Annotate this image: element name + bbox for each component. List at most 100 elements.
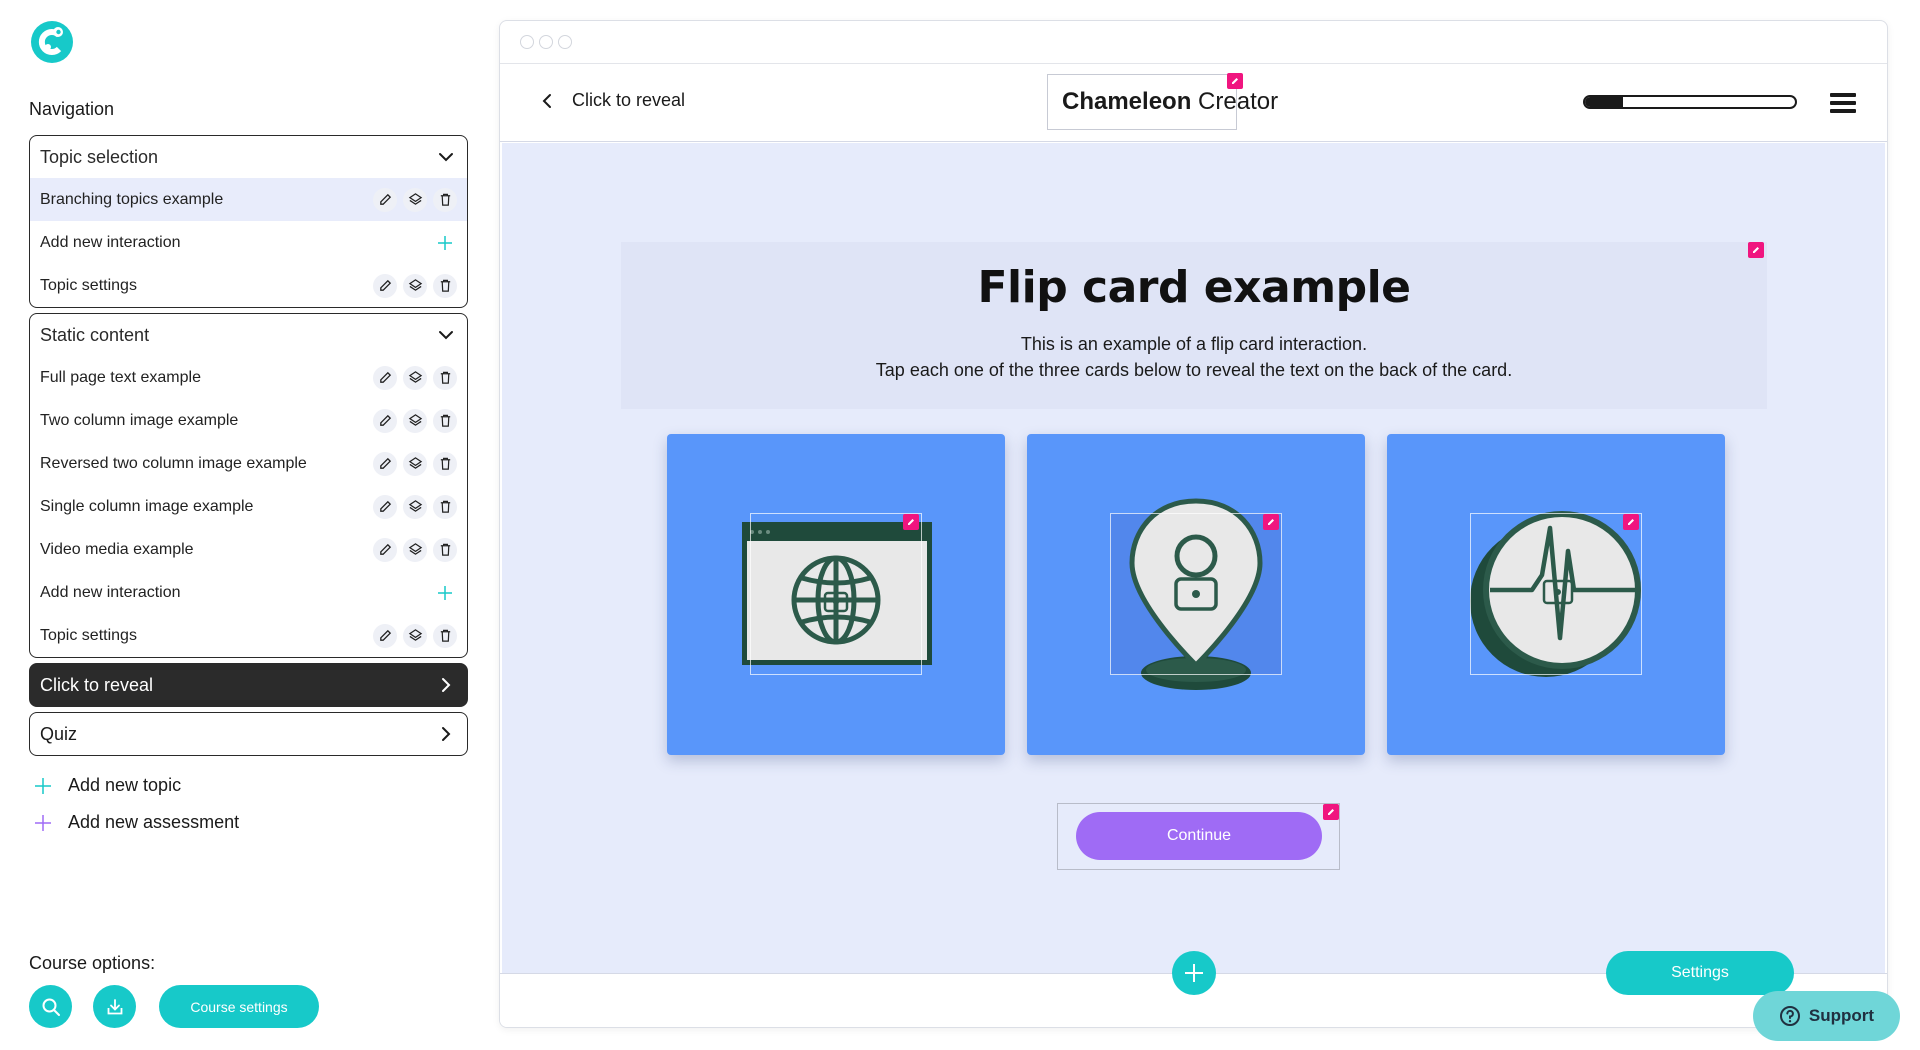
layers-icon[interactable] [403,187,427,212]
group-header-static-content[interactable]: Static content [30,314,467,356]
layers-icon[interactable] [403,273,427,298]
edit-pencil-icon[interactable] [373,537,397,562]
nav-item-video-media[interactable]: Video media example [30,528,467,571]
nav-item-label: Two column image example [40,411,239,429]
hamburger-menu-icon[interactable] [1830,93,1856,113]
plus-icon[interactable] [433,231,457,255]
window-dot-icon [539,35,553,49]
add-new-assessment-button[interactable]: Add new assessment [34,812,239,833]
edit-pencil-icon[interactable] [373,623,397,648]
nav-item-add-interaction[interactable]: Add new interaction [30,221,467,264]
nav-item-full-page-text[interactable]: Full page text example [30,356,467,399]
group-header-topic-selection[interactable]: Topic selection [30,136,467,178]
window-dot-icon [558,35,572,49]
slide-canvas: Flip card example This is an example of … [502,143,1885,973]
nav-item-branching-topics[interactable]: Branching topics example [30,178,467,221]
layers-icon[interactable] [403,408,427,433]
trash-icon[interactable] [433,623,457,648]
layers-icon[interactable] [403,365,427,390]
back-label: Click to reveal [572,90,686,110]
trash-icon[interactable] [433,451,457,476]
settings-button[interactable]: Settings [1606,951,1794,995]
layers-icon[interactable] [403,451,427,476]
edit-pencil-icon[interactable] [373,187,397,212]
chevron-down-icon[interactable] [437,148,455,166]
topic-quiz[interactable]: Quiz [29,712,468,756]
course-options-label: Course options: [29,953,156,973]
group-title: Static content [40,324,150,345]
trash-icon[interactable] [433,494,457,519]
continue-block: Continue [1057,803,1340,870]
edit-tag-icon[interactable] [1323,804,1339,820]
continue-button[interactable]: Continue [1076,812,1322,860]
nav-item-topic-settings[interactable]: Topic settings [30,264,467,307]
trash-icon[interactable] [433,537,457,562]
image-frame [750,513,922,675]
edit-pencil-icon[interactable] [373,494,397,519]
window-dot-icon [520,35,534,49]
edit-pencil-icon[interactable] [373,451,397,476]
flip-card-2[interactable] [1027,434,1365,755]
edit-pencil-icon[interactable] [373,408,397,433]
layers-icon[interactable] [403,537,427,562]
nav-item-label: Topic settings [40,626,137,644]
course-header: Click to reveal Chameleon Creator [500,64,1887,142]
topic-label: Click to reveal [40,674,154,695]
add-new-topic-button[interactable]: Add new topic [34,775,181,796]
item-actions [373,187,457,212]
chevron-right-icon [442,727,451,741]
trash-icon[interactable] [433,365,457,390]
nav-item-label: Branching topics example [40,190,224,208]
add-new-assessment-label: Add new assessment [68,812,240,832]
add-block-button[interactable] [1172,951,1216,995]
topic-label: Quiz [40,723,78,744]
chevron-left-icon [542,93,551,108]
course-settings-button[interactable]: Course settings [159,985,319,1028]
progress-bar [1583,95,1797,109]
search-button[interactable] [29,985,72,1028]
topic-group-topic-selection: Topic selection Branching topics example… [29,135,468,308]
edit-tag-icon[interactable] [903,514,919,530]
layers-icon[interactable] [403,494,427,519]
brand-name-light: Creator [1191,88,1279,115]
back-button[interactable]: Click to reveal [540,90,685,111]
nav-item-reversed-two-column-image[interactable]: Reversed two column image example [30,442,467,485]
plus-icon[interactable] [433,581,457,605]
group-title: Topic selection [40,146,159,167]
nav-item-label: Reversed two column image example [40,454,307,472]
support-label: Support [1808,1006,1875,1025]
title-block[interactable]: Flip card example This is an example of … [621,242,1767,409]
chevron-right-icon [442,678,451,692]
image-frame [1470,513,1642,675]
edit-pencil-icon[interactable] [373,273,397,298]
layers-icon[interactable] [403,623,427,648]
trash-icon[interactable] [433,273,457,298]
brand-logo[interactable]: Chameleon Creator [1047,73,1278,130]
nav-item-single-column-image[interactable]: Single column image example [30,485,467,528]
topic-group-static-content: Static content Full page text example Tw… [29,313,468,658]
slide-description-line1: This is an example of a flip card intera… [1020,334,1368,354]
chameleon-logo-icon[interactable] [29,19,75,65]
nav-item-label: Topic settings [40,276,137,294]
edit-tag-icon[interactable] [1748,242,1764,258]
edit-tag-icon[interactable] [1263,514,1279,530]
nav-item-label: Single column image example [40,497,254,515]
nav-item-two-column-image[interactable]: Two column image example [30,399,467,442]
flip-card-1[interactable] [667,434,1005,755]
download-button[interactable] [93,985,136,1028]
support-button[interactable]: Support [1753,991,1900,1041]
item-actions [373,537,457,562]
nav-item-add-interaction[interactable]: Add new interaction [30,571,467,614]
item-actions [373,408,457,433]
edit-tag-icon[interactable] [1623,514,1639,530]
chevron-down-icon[interactable] [437,326,455,344]
trash-icon[interactable] [433,187,457,212]
nav-item-label: Full page text example [40,368,201,386]
flip-card-3[interactable] [1387,434,1725,755]
edit-pencil-icon[interactable] [373,365,397,390]
nav-item-topic-settings[interactable]: Topic settings [30,614,467,657]
trash-icon[interactable] [433,408,457,433]
sidebar: Navigation Topic selection Branching top… [0,0,490,1050]
edit-tag-icon[interactable] [1227,73,1243,89]
topic-click-to-reveal[interactable]: Click to reveal [29,663,468,707]
